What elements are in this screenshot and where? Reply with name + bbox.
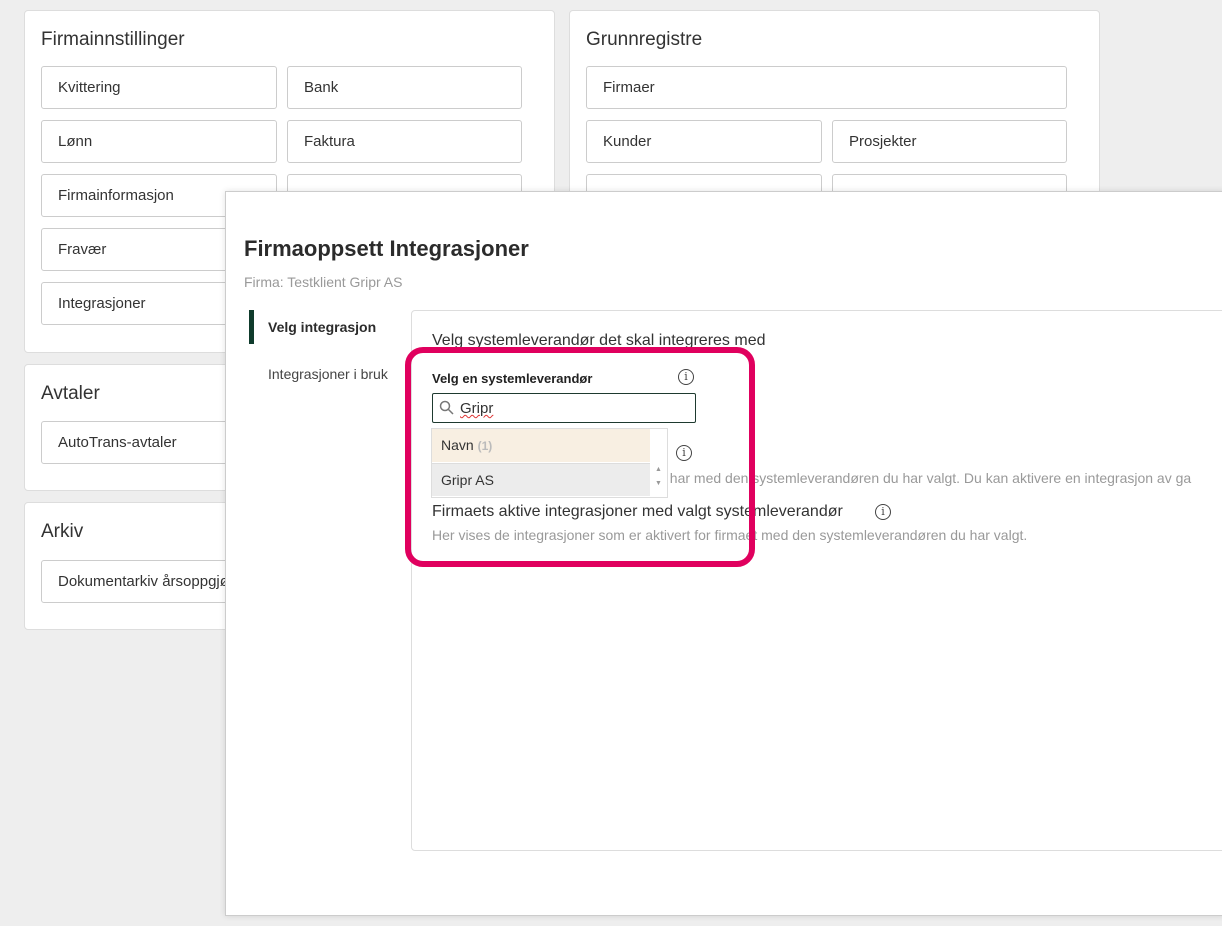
grunnregistre-card: Grunnregistre Firmaer Kunder Prosjekter (569, 10, 1100, 217)
lonn-button[interactable]: Lønn (41, 120, 277, 163)
nav-integrasjoner-i-bruk[interactable]: Integrasjoner i bruk (268, 366, 388, 382)
info-icon[interactable]: i (875, 504, 891, 520)
card-title: Avtaler (41, 383, 100, 404)
kunder-button[interactable]: Kunder (586, 120, 822, 163)
kvittering-button[interactable]: Kvittering (41, 66, 277, 109)
card-title: Arkiv (41, 521, 84, 542)
firmaer-button[interactable]: Firmaer (586, 66, 1067, 109)
bank-button[interactable]: Bank (287, 66, 522, 109)
card-title: Firmainnstillinger (41, 29, 185, 50)
highlight-annotation (405, 347, 755, 567)
prosjekter-button[interactable]: Prosjekter (832, 120, 1067, 163)
faktura-button[interactable]: Faktura (287, 120, 522, 163)
nav-velg-integrasjon[interactable]: Velg integrasjon (249, 310, 376, 344)
card-title: Grunnregistre (586, 29, 703, 50)
modal-title: Firmaoppsett Integrasjoner (244, 236, 529, 261)
modal-subtitle: Firma: Testklient Gripr AS (244, 274, 403, 290)
